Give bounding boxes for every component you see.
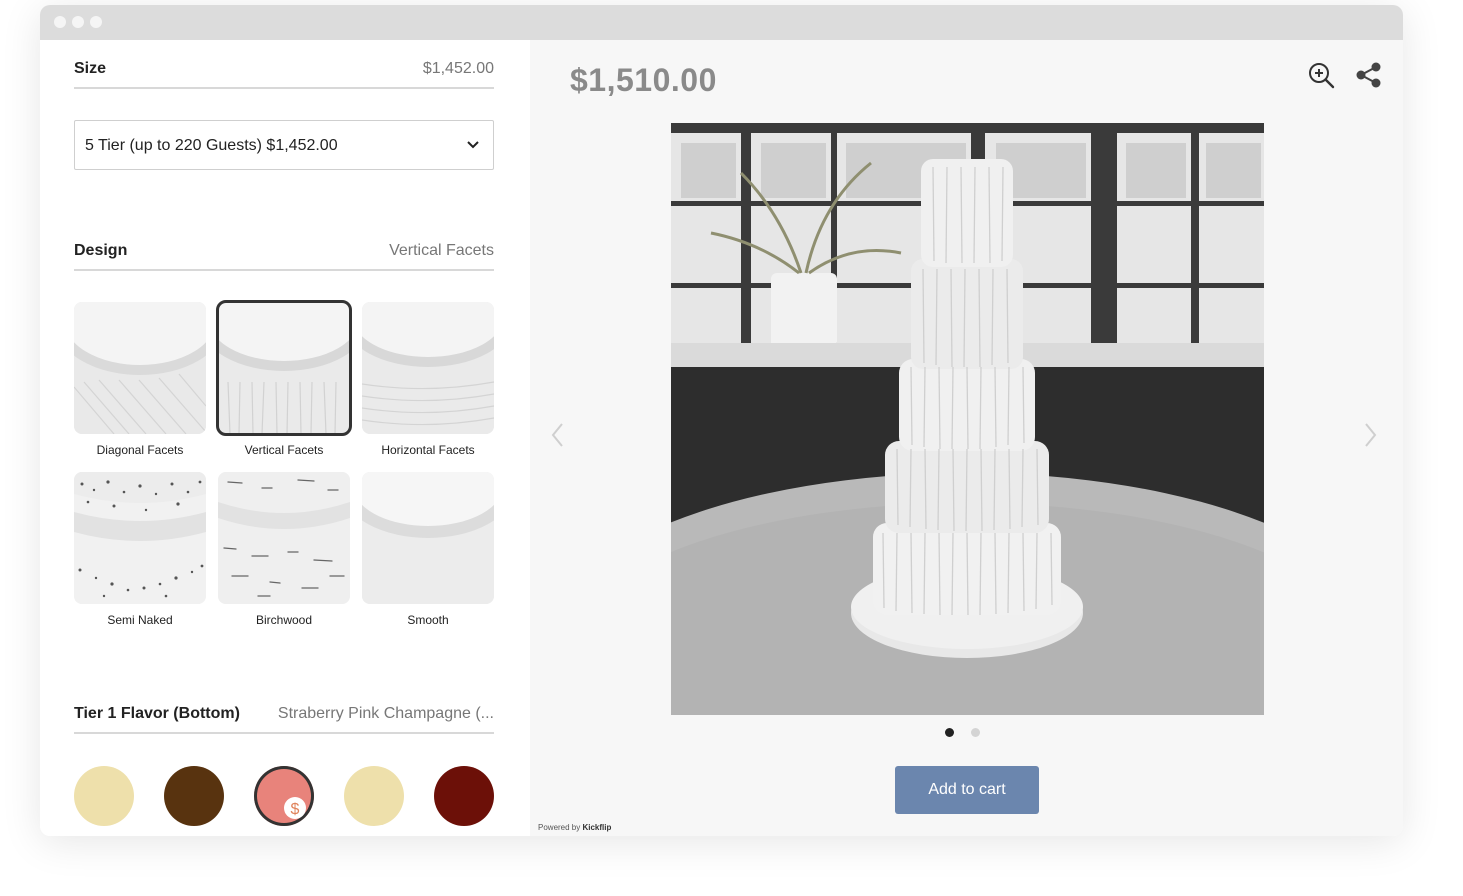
diagonal-facets-thumbnail [74,302,206,434]
chevron-down-icon [467,141,479,149]
window-titlebar [40,5,1403,40]
powered-by-label: Powered by [538,823,581,832]
horizontal-facets-thumbnail [362,302,494,434]
flavor-title: Tier 1 Flavor (Bottom) [74,705,240,722]
add-to-cart-button[interactable]: Add to cart [895,766,1039,814]
semi-naked-thumbnail [74,472,206,604]
window-dot [54,16,66,28]
flavor-swatch[interactable] [344,766,404,826]
design-option-semi-naked[interactable]: Semi Naked [74,472,206,627]
flavor-swatch[interactable] [74,766,134,826]
zoom-in-icon[interactable] [1306,60,1336,90]
design-option-birchwood[interactable]: Birchwood [218,472,350,627]
flavor-swatch[interactable] [434,766,494,826]
svg-text:$: $ [291,801,300,818]
options-panel: Size $1,452.00 5 Tier (up to 220 Guests)… [40,40,530,836]
design-option-label: Semi Naked [107,613,173,627]
pagination-dot-active[interactable] [945,728,954,737]
dollar-badge-icon: $ [284,797,306,819]
share-icon[interactable] [1354,60,1384,90]
flavor-section-header: Tier 1 Flavor (Bottom) Straberry Pink Ch… [74,700,494,734]
design-section-header: Design Vertical Facets [74,237,494,271]
design-option-label: Birchwood [255,613,313,627]
chevron-right-icon[interactable] [1360,420,1380,450]
design-option-label: Smooth [407,613,449,627]
product-image[interactable] [671,123,1264,715]
size-section-header: Size $1,452.00 [74,55,494,89]
size-title: Size [74,60,107,77]
browser-window: Size $1,452.00 5 Tier (up to 220 Guests)… [40,5,1403,836]
flavor-swatch-selected[interactable]: $ [254,766,314,826]
design-selected: Vertical Facets [389,242,494,259]
preview-panel: $1,510.00 Add to cart Powered by Kickfli… [530,40,1403,836]
design-option-vertical-facets[interactable]: Vertical Facets [216,300,352,457]
design-title: Design [74,242,128,259]
flavor-selected: Straberry Pink Champagne (... [277,705,494,722]
design-option-label: Diagonal Facets [96,443,184,457]
design-option-diagonal-facets[interactable]: Diagonal Facets [74,302,206,457]
powered-by-brand[interactable]: Kickflip [582,823,611,832]
chevron-left-icon[interactable] [548,420,568,450]
window-dot [72,16,84,28]
size-price: $1,452.00 [422,60,494,77]
design-option-label: Vertical Facets [244,443,324,457]
design-option-label: Horizontal Facets [381,443,475,457]
smooth-thumbnail [362,472,494,604]
design-option-smooth[interactable]: Smooth [362,472,494,627]
vertical-facets-thumbnail [216,300,352,436]
birchwood-thumbnail [218,472,350,604]
design-option-horizontal-facets[interactable]: Horizontal Facets [362,302,494,457]
product-price: $1,510.00 [570,62,717,98]
powered-by: Powered by Kickflip [538,823,611,832]
image-pagination [945,724,997,742]
size-select[interactable]: 5 Tier (up to 220 Guests) $1,452.00 [74,120,494,170]
flavor-swatch[interactable] [164,766,224,826]
size-select-value: 5 Tier (up to 220 Guests) $1,452.00 [85,137,338,154]
pagination-dot[interactable] [971,728,980,737]
window-dot [90,16,102,28]
